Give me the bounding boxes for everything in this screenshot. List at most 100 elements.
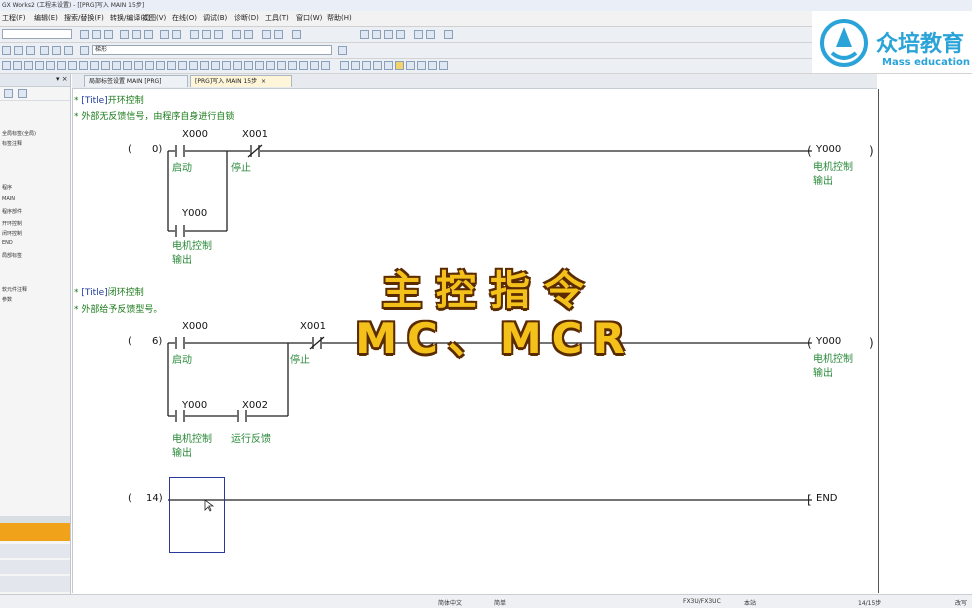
ladder-tool-icon-30[interactable]	[321, 61, 330, 70]
cut-icon[interactable]	[120, 30, 129, 39]
comment-icon[interactable]	[52, 46, 61, 55]
redo-icon[interactable]	[172, 30, 181, 39]
copy-icon[interactable]	[132, 30, 141, 39]
ladder-tool-icon-26[interactable]	[277, 61, 286, 70]
falling-edge-icon[interactable]	[112, 61, 121, 70]
rising-edge-icon[interactable]	[101, 61, 110, 70]
ladder-tool-icon-35[interactable]	[384, 61, 393, 70]
nav-item[interactable]: 标签注释	[2, 140, 22, 147]
nav-item[interactable]: 软元件注释	[2, 286, 27, 293]
menu-project[interactable]: 工程(F)	[2, 13, 26, 23]
menu-help[interactable]: 帮助(H)	[327, 13, 352, 23]
nav-item[interactable]: 开环控制	[2, 220, 22, 227]
parallel-nc-icon[interactable]	[35, 61, 44, 70]
tool-icon-3[interactable]	[384, 30, 393, 39]
ladder-tool-icon-40[interactable]	[439, 61, 448, 70]
ladder-icon[interactable]	[2, 46, 11, 55]
nav-item[interactable]: 程序部件	[2, 208, 22, 215]
ladder-tool-icon-18[interactable]	[189, 61, 198, 70]
write-plc-icon[interactable]	[190, 30, 199, 39]
nav-section-bar[interactable]	[0, 544, 70, 558]
ladder-tool-icon-15[interactable]	[156, 61, 165, 70]
sfc-icon[interactable]	[14, 46, 23, 55]
read-plc-icon[interactable]	[202, 30, 211, 39]
nav-tool-icon-2[interactable]	[18, 89, 27, 98]
menu-online[interactable]: 在线(O)	[172, 13, 197, 23]
note-icon[interactable]	[80, 46, 89, 55]
invert-icon[interactable]	[123, 61, 132, 70]
ladder-tool-icon-29[interactable]	[310, 61, 319, 70]
tab-local-labels[interactable]: 局部标签设置 MAIN [PRG]	[84, 75, 188, 87]
ladder-tool-icon-21[interactable]	[222, 61, 231, 70]
nav-item[interactable]: 局部标签	[2, 252, 22, 259]
nav-item[interactable]: 程序	[2, 184, 12, 191]
parallel-no-icon[interactable]	[24, 61, 33, 70]
menu-search[interactable]: 搜索/替换(F)	[64, 13, 104, 23]
ladder-tool-icon-16[interactable]	[167, 61, 176, 70]
save-icon[interactable]	[104, 30, 113, 39]
nc-contact-icon[interactable]	[13, 61, 22, 70]
tool-icon-6[interactable]	[426, 30, 435, 39]
coil-icon[interactable]	[46, 61, 55, 70]
nav-tool-icon-1[interactable]	[4, 89, 13, 98]
menu-view[interactable]: 视图(V)	[142, 13, 166, 23]
toolbar-combo-project[interactable]	[2, 29, 72, 39]
buffer-icon[interactable]	[274, 30, 283, 39]
label-icon[interactable]	[40, 46, 49, 55]
close-icon[interactable]: ×	[261, 78, 266, 85]
ladder-tool-icon-37[interactable]	[406, 61, 415, 70]
nav-section-bar[interactable]	[0, 576, 70, 592]
statement-icon[interactable]	[64, 46, 73, 55]
ladder-tool-icon-22[interactable]	[233, 61, 242, 70]
nav-item[interactable]: 参数	[2, 296, 12, 303]
ladder-tool-icon-32[interactable]	[351, 61, 360, 70]
tool-icon-5[interactable]	[414, 30, 423, 39]
delete-line-icon[interactable]	[90, 61, 99, 70]
ladder-tool-icon-31[interactable]	[340, 61, 349, 70]
simulate-icon[interactable]	[292, 30, 301, 39]
menu-diagnostics[interactable]: 诊断(D)	[234, 13, 259, 23]
ladder-tool-icon-36[interactable]	[395, 61, 404, 70]
st-icon[interactable]	[26, 46, 35, 55]
new-icon[interactable]	[80, 30, 89, 39]
nav-item[interactable]: 全局标签(全局)	[2, 130, 36, 137]
nav-section-bar[interactable]	[0, 560, 70, 574]
undo-icon[interactable]	[160, 30, 169, 39]
menu-edit[interactable]: 编辑(E)	[34, 13, 58, 23]
no-contact-icon[interactable]	[2, 61, 11, 70]
pin-icon[interactable]: ▾ ×	[56, 75, 68, 83]
monitor-stop-icon[interactable]	[244, 30, 253, 39]
ladder-tool-icon-24[interactable]	[255, 61, 264, 70]
find-icon[interactable]	[338, 46, 347, 55]
verify-icon[interactable]	[214, 30, 223, 39]
nav-item[interactable]: MAIN	[2, 196, 15, 202]
nav-item[interactable]: END	[2, 240, 13, 246]
toolbar-combo-view[interactable]: 梯形	[92, 45, 332, 55]
ladder-tool-icon-34[interactable]	[373, 61, 382, 70]
tool-icon-4[interactable]	[396, 30, 405, 39]
ladder-tool-icon-13[interactable]	[134, 61, 143, 70]
ladder-tool-icon-28[interactable]	[299, 61, 308, 70]
hline-icon[interactable]	[68, 61, 77, 70]
ladder-tool-icon-23[interactable]	[244, 61, 253, 70]
ladder-tool-icon-39[interactable]	[428, 61, 437, 70]
ladder-tool-icon-38[interactable]	[417, 61, 426, 70]
ladder-tool-icon-27[interactable]	[288, 61, 297, 70]
menu-debug[interactable]: 调试(B)	[203, 13, 227, 23]
open-icon[interactable]	[92, 30, 101, 39]
menu-window[interactable]: 窗口(W)	[296, 13, 322, 23]
nav-item[interactable]: 闭环控制	[2, 230, 22, 237]
ladder-tool-icon-33[interactable]	[362, 61, 371, 70]
tool-icon-7[interactable]	[444, 30, 453, 39]
menu-tools[interactable]: 工具(T)	[265, 13, 289, 23]
nav-section-selected[interactable]	[0, 523, 70, 541]
ladder-tool-icon-19[interactable]	[200, 61, 209, 70]
monitor-icon[interactable]	[232, 30, 241, 39]
paste-icon[interactable]	[144, 30, 153, 39]
ladder-tool-icon-25[interactable]	[266, 61, 275, 70]
tool-icon-1[interactable]	[360, 30, 369, 39]
device-icon[interactable]	[262, 30, 271, 39]
tab-prg-main[interactable]: [PRG]写入 MAIN 15步 ×	[190, 75, 292, 87]
ladder-tool-icon-14[interactable]	[145, 61, 154, 70]
ladder-tool-icon-17[interactable]	[178, 61, 187, 70]
